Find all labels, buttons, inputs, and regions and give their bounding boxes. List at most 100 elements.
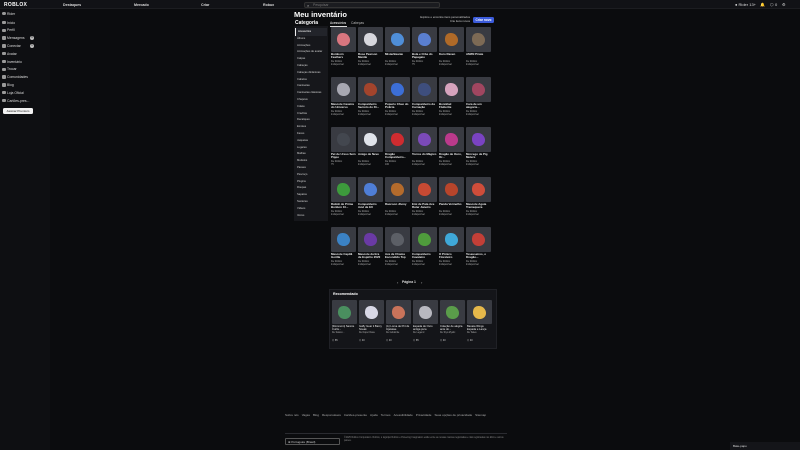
recommended-item-card[interactable]: Banata Wings Espada e Lança De Takes ⬡ 40 (467, 300, 492, 348)
item-thumbnail[interactable] (412, 77, 437, 102)
item-name[interactable]: (A) Lorna de Pi4 de Injetatae (386, 325, 411, 331)
sidebar-username[interactable]: Rider (2, 11, 48, 16)
item-name[interactable]: Dragão Companheiro... (385, 152, 410, 160)
item-name[interactable]: Morcego de Pig Meters (466, 152, 491, 160)
inventory-item-card[interactable]: Raccoon Jhony De Roblox Indisponível (385, 177, 410, 225)
item-thumbnail[interactable] (358, 127, 383, 152)
item-thumbnail[interactable] (331, 127, 356, 152)
item-name[interactable]: Mascote Caveira do Universo (331, 102, 356, 110)
item-name[interactable]: Mascote Aguia Tremequera (466, 202, 491, 210)
item-name[interactable]: Companheiro Azul de EU (358, 202, 383, 210)
item-thumbnail[interactable] (358, 227, 383, 252)
nav-link-marketplace[interactable]: Mercado (134, 3, 149, 7)
item-name[interactable]: Pupurio Chuo do Polícia (385, 102, 410, 110)
tab-heads[interactable]: Cabeças (351, 21, 364, 25)
nav-link-charts[interactable]: Destaques (63, 3, 81, 7)
sidebar-item-giftcard[interactable]: Cartões-pres... (2, 98, 48, 103)
item-name[interactable]: Mascote Capitã Gorilla (331, 252, 356, 260)
sidebar-item-groups[interactable]: Comunidades (2, 75, 48, 80)
item-name[interactable]: [Rommom] Sannie Curtis... (332, 325, 357, 331)
item-name[interactable]: Companheiro Secreto do Dr... (358, 102, 383, 110)
sidebar-item-blog[interactable]: Blog (2, 82, 48, 87)
language-select[interactable]: ⊕ Português (Brasil) (285, 438, 340, 445)
item-name[interactable]: Ave de Chama Escondido Top (385, 252, 410, 260)
inventory-item-card[interactable]: Mascote Aguia Tremequera De Roblox Indispo… (466, 177, 491, 225)
item-name[interactable]: Cara de um alegoria... (466, 102, 491, 110)
inventory-item-card[interactable]: Rose Pearson Mantle De Roblox Indisponível (358, 27, 383, 75)
item-name[interactable]: Companheiro da Carnação (412, 102, 437, 110)
item-thumbnail[interactable] (385, 177, 410, 202)
inventory-item-card[interactable]: Emi de Pata Ace Ruter Janeiro De Roblox In… (412, 177, 437, 225)
nav-link-robux[interactable]: Robux (263, 3, 274, 7)
sidebar-item-avatar[interactable]: Avatar (2, 51, 48, 56)
item-name[interactable]: Companheiro Cavaleiro (412, 252, 437, 260)
chat-label[interactable]: Bate-papo (733, 444, 747, 448)
item-name[interactable]: Bola e Orbe do Papagaio (412, 52, 437, 60)
inventory-item-card[interactable]: Teseuseiros, o Dragão... De Roblox Indispo… (466, 227, 491, 275)
item-thumbnail[interactable] (439, 77, 464, 102)
create-new-button[interactable]: Criar novo (473, 16, 494, 23)
item-thumbnail[interactable] (385, 77, 410, 102)
item-name[interactable]: Coleção de alegria ante do... (440, 325, 465, 331)
item-name[interactable]: Rattoli de Prima Bonbon 10... (331, 202, 356, 210)
sidebar-item-inventory[interactable]: Inventário (2, 59, 48, 64)
inventory-item-card[interactable]: Mascote Capitã Gorilla De Roblox Indisponí… (331, 227, 356, 275)
inventory-item-card[interactable]: Bonnibel Fluttertie De Roblox Indisponível (439, 77, 464, 125)
item-thumbnail[interactable] (331, 77, 356, 102)
item-thumbnail[interactable] (466, 77, 491, 102)
inventory-item-card[interactable]: Dragão de Ouro, Or... De Roblox Indisponív… (439, 127, 464, 175)
footer-link[interactable]: Vagas (302, 413, 310, 419)
footer-link[interactable]: Sitemap (475, 413, 486, 419)
user-menu[interactable]: ● Rider 13+ (735, 2, 756, 7)
item-thumbnail[interactable] (466, 177, 491, 202)
item-name[interactable]: Mascote da Era de Espírito 2020 (358, 252, 383, 260)
premium-button[interactable]: Assinar Premium (3, 108, 33, 114)
sidebar-item-friends[interactable]: Conectar 1 (2, 43, 48, 48)
inventory-item-card[interactable]: Panda Vermelho De Roblox Indisponível (439, 177, 464, 225)
robux-icon[interactable]: ⬡ (770, 2, 774, 7)
inventory-item-card[interactable]: AMZN Pirate De Roblox Indisponível (466, 27, 491, 75)
recommended-item-card[interactable]: [Rommom] Sannie Curtis... De Saison... ⬡ 6… (332, 300, 357, 348)
item-thumbnail[interactable] (331, 227, 356, 252)
category-item[interactable]: Vozes (295, 212, 327, 220)
item-thumbnail[interactable] (358, 27, 383, 52)
inventory-item-card[interactable]: Pupurio Chuo do Polícia De Roblox Indispon… (385, 77, 410, 125)
footer-link[interactable]: Responsáveis (322, 413, 341, 419)
item-thumbnail[interactable] (331, 177, 356, 202)
item-thumbnail[interactable] (439, 127, 464, 152)
footer-link[interactable]: Suas opções de privacidade (434, 413, 472, 419)
item-name[interactable]: MisterBeanie (385, 52, 410, 56)
inventory-item-card[interactable]: Companheiro Secreto do Dr... De Roblox Ind… (358, 77, 383, 125)
item-name[interactable]: Teseuseiros, o Dragão... (466, 252, 491, 260)
item-thumbnail[interactable] (412, 177, 437, 202)
item-name[interactable]: Pet de Ursso Sem Pippo (331, 152, 356, 160)
item-thumbnail[interactable] (386, 300, 411, 324)
footer-link[interactable]: Acessibilidade (394, 413, 413, 419)
inventory-item-card[interactable]: Companheiro Cavaleiro De Roblox Indisponív… (412, 227, 437, 275)
inventory-item-card[interactable]: Kuro Raven De Roblox Indisponível (439, 27, 464, 75)
sidebar-item-profile[interactable]: Perfil (2, 28, 48, 33)
sidebar-item-messages[interactable]: Mensagens 9 (2, 36, 48, 41)
inventory-item-card[interactable]: Dragão Companheiro... De Roblox 100 (385, 127, 410, 175)
item-name[interactable]: Rose Pearson Mantle (358, 52, 383, 60)
item-name[interactable]: AMZN Pirate (466, 52, 491, 56)
footer-link[interactable]: Blog (313, 413, 319, 419)
inventory-item-card[interactable]: Companheiro da Carnação De Roblox Indispon… (412, 77, 437, 125)
inventory-item-card[interactable]: Mascote Caveira do Universo De Roblox Indi… (331, 77, 356, 125)
item-thumbnail[interactable] (466, 227, 491, 252)
inventory-item-card[interactable]: Companheiro Azul de EU De Roblox Indisponí… (358, 177, 383, 225)
notifications-icon[interactable]: 🔔 (760, 2, 765, 7)
item-thumbnail[interactable] (440, 300, 465, 324)
sidebar-item-store[interactable]: Loja Oficial (2, 90, 48, 95)
inventory-item-card[interactable]: Ave de Chama Escondido Top De Roblox Indis… (385, 227, 410, 275)
inventory-item-card[interactable]: Cara de um alegoria... De Roblox Indisponí… (466, 77, 491, 125)
item-name[interactable]: Raccoon Jhony (385, 202, 410, 206)
item-name[interactable]: Espada de Ouro antiga pura (413, 325, 438, 331)
inventory-item-card[interactable]: Amigo de Neve De Roblox Indisponível (358, 127, 383, 175)
item-thumbnail[interactable] (412, 227, 437, 252)
roblox-logo[interactable]: ROBLOX (4, 2, 27, 8)
inventory-item-card[interactable]: Pet de Ursso Sem Pippo De Roblox 75 (331, 127, 356, 175)
inventory-item-card[interactable]: MisterBeanie De Roblox Indisponível (385, 27, 410, 75)
gear-icon[interactable]: ⚙ (782, 2, 786, 7)
inventory-item-card[interactable]: Rattoli de Prima Bonbon 10... De Roblox In… (331, 177, 356, 225)
